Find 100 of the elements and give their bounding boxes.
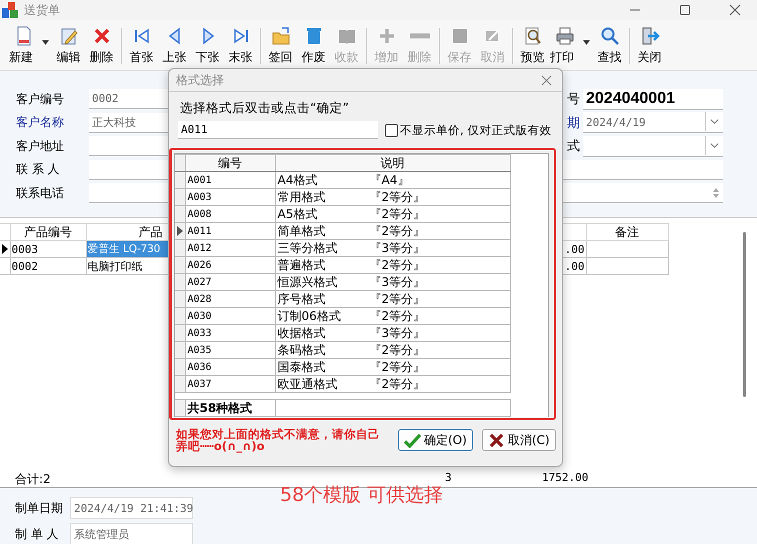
field-label: 制 单 人: [15, 526, 60, 542]
toolbar-button[interactable]: 作废: [297, 24, 330, 68]
pencil-icon: [58, 26, 78, 46]
caret-icon: [583, 40, 590, 45]
table-cell: A003: [185, 188, 275, 206]
table-cell: 『2等分』: [370, 308, 426, 324]
table-cell-text: 普遍格式: [278, 258, 326, 272]
toolbar-button[interactable]: 末张: [224, 24, 257, 68]
table-cell: A037: [185, 376, 275, 392]
total-amount: 1752.00: [542, 471, 588, 484]
exit-icon: [640, 26, 660, 46]
table-cell-text: 欧亚通格式: [278, 376, 338, 392]
table-cell: 『2等分』: [370, 292, 426, 306]
input-field[interactable]: 2024040001: [583, 88, 723, 110]
field-label: 联系电话: [16, 184, 65, 202]
toolbar-button[interactable]: 删除: [85, 24, 118, 68]
input-field[interactable]: 系统管理员: [70, 523, 193, 544]
toolbar-button[interactable]: 新建: [8, 24, 52, 68]
scrollbar[interactable]: [743, 232, 746, 397]
toolbar-button[interactable]: 打印: [549, 24, 593, 68]
table-cell-text: A4格式: [278, 172, 318, 188]
checkmark-icon: [404, 432, 421, 448]
table-cell: 0002: [10, 258, 86, 274]
table-cell-text: 常用格式: [278, 190, 326, 204]
table-cell: A035: [185, 342, 275, 358]
input-field[interactable]: A011: [178, 121, 378, 139]
input-field[interactable]: 2024/4/19 21:41:39: [70, 497, 193, 519]
table-cell: 『2等分』: [370, 376, 426, 392]
minus-icon: [410, 33, 430, 39]
toolbar-button[interactable]: 编辑: [52, 24, 85, 68]
dropdown[interactable]: 2024/4/19: [583, 112, 723, 133]
table-cell: 『3等分』: [370, 274, 426, 290]
table-cell: 『3等分』: [370, 326, 426, 340]
table-cell-text: 订制06格式: [278, 308, 342, 324]
search-icon: [600, 26, 620, 46]
spinner-icon[interactable]: [712, 187, 720, 199]
table-cell: A027: [185, 274, 275, 290]
table-cell: A030: [185, 308, 275, 324]
table-cell: 『2等分』: [370, 360, 426, 374]
table-cell-text: 恒源兴格式: [278, 274, 338, 290]
table-cell: 0003: [10, 240, 86, 258]
window-title: 送货单: [24, 2, 60, 18]
table-cell: A028: [185, 290, 275, 308]
field-label: 式: [567, 138, 581, 155]
field-label: 客户名称: [16, 114, 65, 131]
checkbox[interactable]: 不显示单价, 仅对正式版有效: [385, 122, 552, 138]
toolbar-button[interactable]: 关闭: [633, 24, 666, 68]
column-header: 备注: [586, 224, 668, 240]
close-icon[interactable]: [541, 74, 552, 86]
field-label: 期: [567, 114, 581, 132]
table-cell-text: 国泰格式: [278, 360, 326, 374]
total-quantity: 3: [445, 471, 452, 484]
toolbar-button[interactable]: 预览: [516, 24, 549, 68]
toolbar-button[interactable]: 查找: [593, 24, 626, 68]
annotation-text: 58个模版 可供选择: [280, 483, 444, 508]
toolbar-button[interactable]: 签回: [264, 24, 297, 68]
table-cell: A036: [185, 358, 275, 376]
column-header: 产品编号: [10, 224, 86, 240]
table-cell: A001: [185, 172, 275, 188]
maximize-icon[interactable]: [679, 4, 691, 16]
toolbar-button[interactable]: 下张: [191, 24, 224, 68]
summary-text: 共58种格式: [185, 400, 275, 416]
table-cell-text: 简单格式: [278, 224, 326, 238]
table-cell: 『2等分』: [370, 258, 426, 272]
field-label: 客户编号: [16, 90, 65, 108]
app-logo-icon: [2, 2, 18, 18]
printer-icon: [555, 26, 575, 46]
toolbar-button[interactable]: 上张: [158, 24, 191, 68]
toolbar-button[interactable]: 首张: [125, 24, 158, 68]
caret-icon: [42, 40, 49, 45]
instruction-text: 选择格式后双击或点击“确定”: [180, 100, 350, 117]
table-cell-text: 序号格式: [278, 292, 326, 306]
table-cell: A011: [185, 222, 275, 240]
cancel-button[interactable]: 取消(C): [482, 429, 556, 451]
cross-icon: [488, 432, 505, 448]
column-header: 说明: [275, 154, 510, 172]
table-cell-text: 条码格式: [278, 342, 326, 358]
column-header: 编号: [185, 154, 275, 172]
warning-message: 如果您对上面的格式不满意，请你自己弄吧┅┅o(∩_∩)o: [176, 428, 381, 452]
table-cell-text: A5格式: [278, 206, 318, 222]
field-label: 制单日期: [15, 500, 64, 516]
field-label: 号: [567, 91, 581, 108]
table-cell: 『A4』: [370, 172, 410, 188]
field-label: 联 系 人: [16, 161, 61, 178]
table-cell: A033: [185, 324, 275, 342]
total-label: 合计:2: [15, 471, 51, 488]
preview-icon: [522, 26, 542, 46]
dialog-title: 格式选择: [176, 72, 224, 88]
table-cell: A012: [185, 240, 275, 256]
table-cell: 爱普生 LQ-730: [86, 240, 168, 258]
row-pointer-icon: [2, 244, 8, 254]
table-cell: 『2等分』: [370, 342, 426, 358]
ok-button[interactable]: 确定(O): [398, 429, 473, 451]
folder-icon: [270, 26, 290, 46]
table-cell-text: 收据格式: [278, 326, 326, 340]
table-cell: 『2等分』: [370, 224, 426, 238]
table-cell: 『2等分』: [370, 206, 426, 222]
table-cell-text: 三等分格式: [278, 240, 338, 256]
close-icon[interactable]: [729, 4, 741, 16]
table-cell: 『3等分』: [370, 240, 426, 256]
